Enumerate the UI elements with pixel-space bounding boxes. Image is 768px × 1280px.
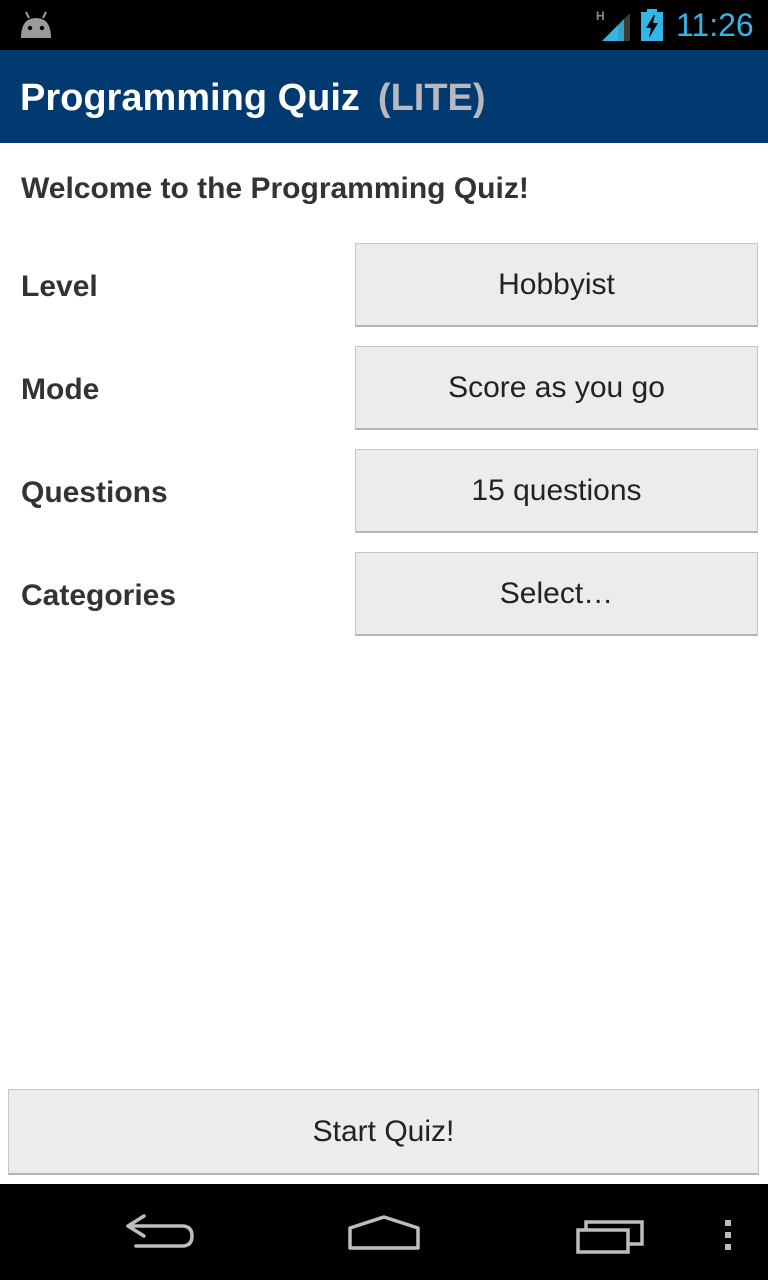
level-label: Level [21, 270, 98, 303]
questions-spinner[interactable]: 15 questions [355, 449, 758, 533]
navigation-bar [0, 1184, 768, 1280]
menu-icon[interactable] [722, 1218, 734, 1252]
home-icon[interactable] [346, 1214, 422, 1250]
battery-charging-icon [641, 9, 663, 41]
android-icon [21, 11, 51, 38]
recent-apps-icon[interactable] [574, 1216, 646, 1256]
back-icon[interactable] [124, 1214, 196, 1254]
level-spinner[interactable]: Hobbyist [355, 243, 758, 327]
app-title: Programming Quiz (LITE) [20, 50, 486, 143]
questions-label: Questions [21, 476, 168, 509]
categories-select-button[interactable]: Select… [355, 552, 758, 636]
action-bar: Programming Quiz (LITE) [0, 50, 768, 143]
start-quiz-button[interactable]: Start Quiz! [8, 1089, 759, 1175]
lite-badge: (LITE) [377, 77, 486, 119]
categories-label: Categories [21, 579, 177, 612]
status-clock: 11:26 [676, 7, 754, 43]
status-bar: H 11:26 [0, 0, 768, 50]
signal-icon: H [596, 9, 630, 41]
mode-label: Mode [21, 373, 100, 406]
welcome-heading: Welcome to the Programming Quiz! [21, 172, 529, 205]
mode-spinner[interactable]: Score as you go [355, 346, 758, 430]
network-type-label: H [596, 9, 605, 23]
screen: H 11:26 Programming Quiz (LITE) Welcome t… [0, 0, 768, 1280]
app-title-text: Programming Quiz [20, 77, 360, 119]
